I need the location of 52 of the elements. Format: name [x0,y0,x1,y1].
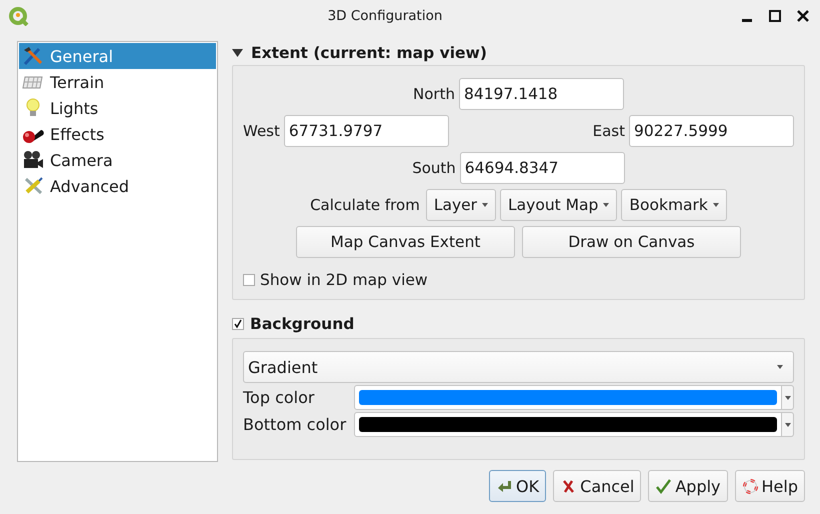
dialog-button[interactable]: Help [734,470,805,502]
check-icon [655,478,672,494]
south-field[interactable]: 64694.8347 [460,152,625,184]
field-label: Calculate from [310,196,420,214]
action-button[interactable]: Map Canvas Extent [296,226,515,258]
color-button[interactable] [354,385,782,410]
dialog-button[interactable]: Cancel [553,470,642,502]
wrench-screwdriver-icon [22,176,44,196]
collapse-arrow-icon[interactable] [232,49,243,57]
north-field[interactable]: 84197.1418 [458,78,624,110]
field-label: Bottom color [243,415,348,434]
maximize-icon[interactable] [768,9,782,23]
sidebar-item[interactable]: Effects [19,121,216,147]
checkbox[interactable] [232,318,244,330]
field-label: South [412,159,456,177]
hammer-wrench-icon [22,46,44,66]
sidebar-item[interactable]: Terrain [19,69,216,95]
dialog-button[interactable]: Apply [648,470,728,502]
group-title: Extent (current: map view) [251,44,487,62]
dropdown-button[interactable]: Layout Map [500,189,618,221]
sidebar-item[interactable]: General [19,43,216,69]
lifebuoy-icon [742,478,759,494]
dropdown-button[interactable]: Bookmark [621,189,727,221]
dropdown-button[interactable] [782,385,794,410]
checkbox-label: Show in 2D map view [260,271,428,289]
sidebar-item[interactable]: Lights [19,95,216,121]
dropdown-button[interactable]: Layer [426,189,496,221]
east-field[interactable]: 90227.5999 [629,115,794,147]
field-label: Top color [243,388,316,407]
action-button[interactable]: Draw on Canvas [522,226,741,258]
color-button[interactable] [354,412,782,437]
field-label: West [243,122,280,140]
movie-camera-icon [22,150,44,170]
window-title: 3D Configuration [326,8,444,24]
caret-icon [777,365,783,369]
caret-icon [712,203,719,207]
group-title: Background [250,315,354,333]
field-label: North [413,85,455,103]
dropdown[interactable]: Gradient [243,351,794,383]
caret-icon [482,203,488,207]
caret-icon [603,203,610,207]
sidebar-item[interactable]: Advanced [19,173,216,199]
caret-icon [784,396,790,400]
west-field[interactable]: 67731.9797 [284,115,449,147]
dialog-button[interactable]: OK [489,470,546,502]
sidebar-item[interactable]: Camera [19,147,216,173]
close-icon[interactable] [796,9,810,23]
field-label: East [592,122,625,140]
caret-icon [784,422,790,426]
app-logo-icon [8,6,30,26]
dropdown-button[interactable] [782,412,794,437]
checkbox[interactable] [243,274,255,286]
